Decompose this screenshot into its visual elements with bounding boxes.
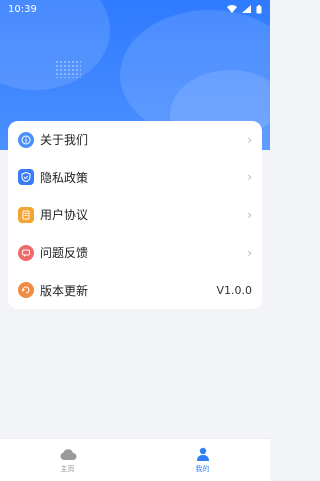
battery-icon xyxy=(256,4,262,13)
menu-item-about[interactable]: 关于我们 › xyxy=(8,121,262,159)
document-icon xyxy=(18,206,34,223)
chevron-right-icon: › xyxy=(247,170,252,185)
tab-home-label: 主页 xyxy=(60,464,75,473)
menu-item-feedback[interactable]: 问题反馈 › xyxy=(8,234,262,272)
menu-item-label: 问题反馈 xyxy=(40,246,89,261)
tab-mine-label: 我的 xyxy=(195,464,210,473)
menu-item-label: 关于我们 xyxy=(40,133,89,148)
info-icon xyxy=(18,131,34,148)
tab-mine[interactable]: 我的 xyxy=(135,439,270,481)
wifi-icon xyxy=(227,5,237,13)
chevron-right-icon: › xyxy=(247,245,252,260)
signal-icon xyxy=(242,5,251,13)
update-icon xyxy=(18,282,34,299)
chevron-right-icon: › xyxy=(247,207,252,222)
tab-home[interactable]: 主页 xyxy=(0,439,135,481)
settings-card: 关于我们 › 隐私政策 › 用户协议 › 问题反馈 › 版本更新 V1.0.0 xyxy=(8,121,262,309)
menu-item-version-update[interactable]: 版本更新 V1.0.0 xyxy=(8,271,262,309)
bottom-tab-bar: 主页 我的 xyxy=(0,438,270,481)
decor-dots xyxy=(55,60,81,78)
user-icon xyxy=(196,447,209,461)
menu-item-privacy[interactable]: 隐私政策 › xyxy=(8,159,262,197)
status-icons xyxy=(227,4,262,14)
menu-item-label: 版本更新 xyxy=(40,283,89,298)
menu-item-label: 隐私政策 xyxy=(40,170,89,185)
shield-icon xyxy=(18,169,34,186)
feedback-icon xyxy=(18,244,34,261)
menu-item-label: 用户协议 xyxy=(40,208,89,223)
status-time: 10:39 xyxy=(8,3,37,15)
status-bar: 10:39 xyxy=(0,0,270,18)
chevron-right-icon: › xyxy=(247,132,252,147)
version-value: V1.0.0 xyxy=(216,283,252,297)
menu-item-user-agreement[interactable]: 用户协议 › xyxy=(8,196,262,234)
cloud-icon xyxy=(60,448,76,460)
